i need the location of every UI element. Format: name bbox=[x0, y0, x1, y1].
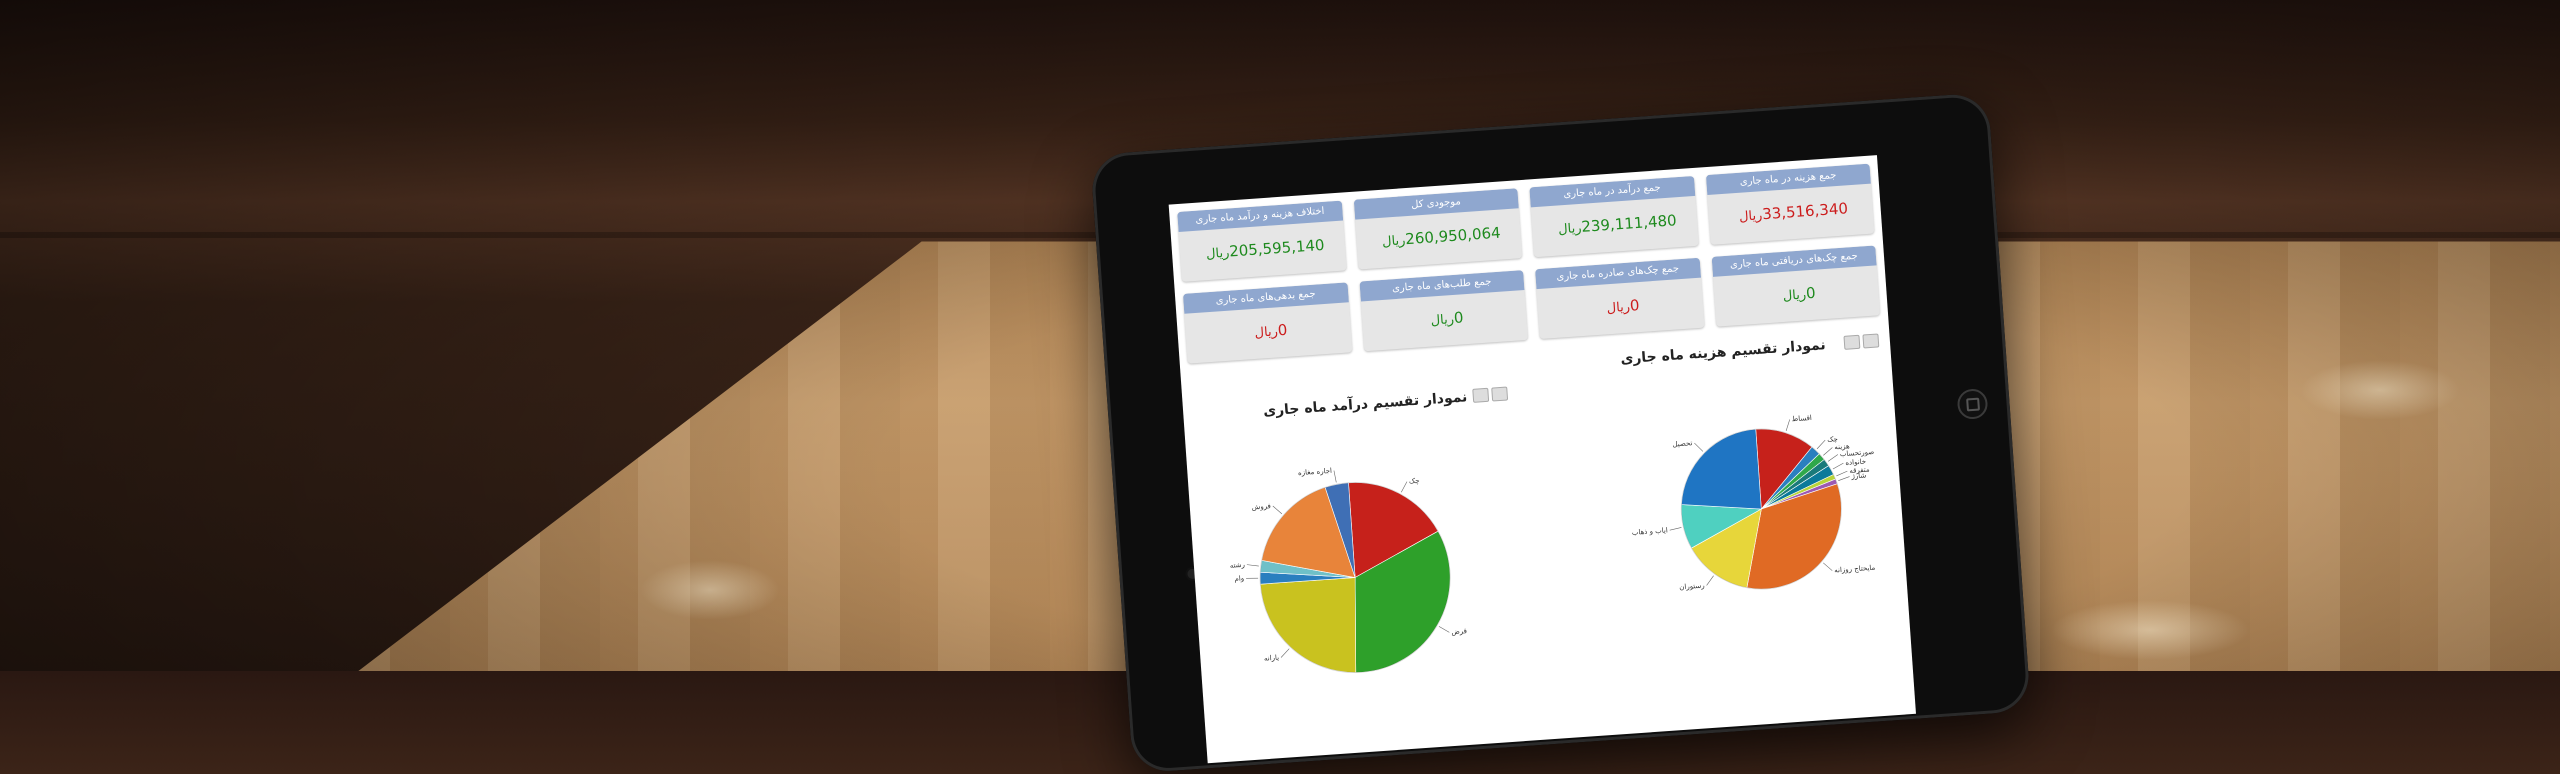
pie-label-leader bbox=[1400, 481, 1408, 493]
pie-label: یارانه bbox=[1264, 654, 1280, 663]
stat-card[interactable]: جمع بدهی‌های ماه جاری 0ریال bbox=[1182, 282, 1352, 364]
pie-label-leader bbox=[1706, 575, 1714, 586]
pie-label-leader bbox=[1669, 527, 1682, 531]
pie-label-leader bbox=[1280, 648, 1290, 658]
stat-card[interactable]: جمع هزینه در ماه جاری 33,516,340ریال bbox=[1705, 163, 1875, 245]
pie-label-leader bbox=[1827, 454, 1839, 462]
download-icon[interactable] bbox=[1862, 333, 1880, 349]
income-chart-title: نمودار تقسیم درآمد ماه جاری bbox=[1262, 389, 1468, 420]
pie-label: اجاره مغازه bbox=[1298, 467, 1333, 477]
stat-card[interactable]: جمع چک‌های صادره ماه جاری 0ریال bbox=[1535, 257, 1705, 340]
pie-label-leader bbox=[1246, 577, 1259, 579]
dashboard-screen: جمع هزینه در ماه جاری 33,516,340ریال جمع… bbox=[1168, 155, 1916, 764]
pie-label: قرض bbox=[1451, 627, 1467, 636]
pie-label: اقساط bbox=[1791, 414, 1812, 423]
pie-label-leader bbox=[1832, 462, 1844, 470]
income-pie: چک قرض یارانه وام رشته فروش اجاره مغازه bbox=[1230, 467, 1467, 679]
home-button[interactable] bbox=[1956, 388, 1989, 421]
pie-label: وام bbox=[1234, 574, 1244, 583]
download-icon[interactable] bbox=[1491, 386, 1509, 402]
expense-chart-title: نمودار تقسیم هزینه ماه جاری bbox=[1619, 337, 1827, 368]
stat-card[interactable]: جمع طلب‌های ماه جاری 0ریال bbox=[1358, 270, 1528, 352]
stat-card[interactable]: جمع درآمد در ماه جاری 239,111,480ریال bbox=[1529, 175, 1699, 258]
pie-label-leader bbox=[1816, 439, 1826, 450]
pie-label: ایاب و ذهاب bbox=[1632, 526, 1669, 536]
pie-slice[interactable] bbox=[1260, 577, 1361, 679]
income-chart-tools bbox=[1472, 386, 1509, 403]
stat-grid: جمع هزینه در ماه جاری 33,516,340ریال جمع… bbox=[1177, 163, 1881, 364]
pie-label: رستوران bbox=[1679, 582, 1705, 592]
stat-card[interactable]: جمع چک‌های دریافتی ماه جاری 0ریال bbox=[1711, 245, 1881, 327]
income-pie-chart: چک قرض یارانه وام رشته فروش اجاره مغازه bbox=[1230, 467, 1467, 679]
pie-label-leader bbox=[1823, 447, 1833, 456]
pie-label: صورتحساب bbox=[1840, 448, 1875, 458]
pie-label: چک bbox=[1409, 477, 1420, 486]
pie-label-leader bbox=[1333, 470, 1337, 483]
pie-label-leader bbox=[1272, 505, 1283, 515]
pie-label-leader bbox=[1438, 626, 1450, 633]
floor-reflection bbox=[2300, 360, 2460, 420]
pie-label: رشته bbox=[1230, 561, 1246, 570]
expense-pie-chart: اقساطچکهزینهصورتحسابخانوادهمتفرقهشارژمای… bbox=[1632, 414, 1876, 592]
floor-reflection bbox=[640, 560, 780, 620]
pie-label-leader bbox=[1823, 562, 1833, 571]
stat-card[interactable]: اختلاف هزینه و درآمد ماه جاری 205,595,14… bbox=[1177, 200, 1347, 282]
pie-label-leader bbox=[1246, 564, 1259, 567]
stat-card[interactable]: موجودی کل 260,950,064ریال bbox=[1353, 188, 1523, 270]
pie-label: شارژ bbox=[1850, 471, 1866, 480]
expense-chart-tools bbox=[1843, 333, 1880, 350]
expense-pie: اقساطچکهزینهصورتحسابخانوادهمتفرقهشارژمای… bbox=[1632, 414, 1876, 592]
floor-reflection bbox=[2050, 600, 2250, 660]
pie-label: فروش bbox=[1251, 502, 1271, 511]
pie-label-leader bbox=[1836, 470, 1848, 477]
print-icon[interactable] bbox=[1843, 334, 1861, 350]
pie-label-leader bbox=[1694, 442, 1704, 452]
pie-label-leader bbox=[1785, 419, 1791, 431]
pie-label: تحصیل bbox=[1672, 439, 1693, 448]
pie-label-leader bbox=[1838, 476, 1850, 481]
pie-label: مایحتاج روزانه bbox=[1834, 564, 1876, 575]
tablet-device: جمع هزینه در ماه جاری 33,516,340ریال جمع… bbox=[1090, 92, 2032, 774]
print-icon[interactable] bbox=[1472, 387, 1490, 403]
